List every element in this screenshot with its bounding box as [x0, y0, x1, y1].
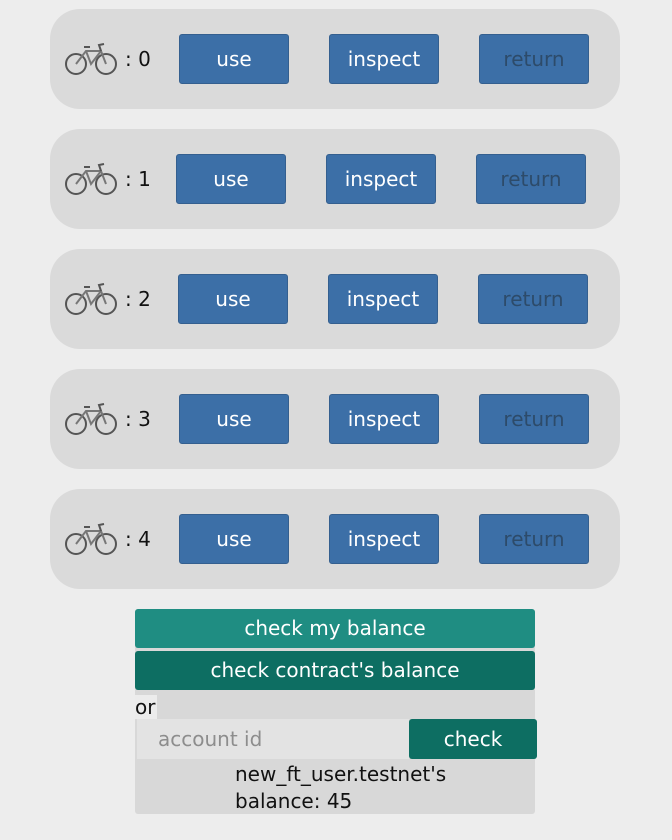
or-label: or — [135, 695, 158, 719]
inspect-button[interactable]: inspect — [329, 514, 439, 564]
bike-row-1: : 1 use inspect return — [50, 129, 620, 229]
return-button[interactable]: return — [478, 274, 588, 324]
bike-row-3: : 3 use inspect return — [50, 369, 620, 469]
bicycle-icon — [65, 283, 117, 315]
bike-number: : 2 — [125, 287, 151, 311]
check-button[interactable]: check — [409, 719, 537, 759]
use-button[interactable]: use — [179, 514, 289, 564]
use-button[interactable]: use — [176, 154, 286, 204]
balance-panel: check my balance check contract's balanc… — [135, 609, 537, 815]
return-button[interactable]: return — [476, 154, 586, 204]
bicycle-icon — [65, 163, 117, 195]
return-button[interactable]: return — [479, 394, 589, 444]
return-button[interactable]: return — [479, 34, 589, 84]
bike-row-0: : 0 use inspect return — [50, 9, 620, 109]
inspect-button[interactable]: inspect — [329, 394, 439, 444]
account-id-input[interactable] — [137, 719, 409, 759]
balance-result-amount: balance: 45 — [235, 789, 353, 813]
bike-row-4: : 4 use inspect return — [50, 489, 620, 589]
balance-result-account: new_ft_user.testnet's — [235, 762, 447, 786]
return-button[interactable]: return — [479, 514, 589, 564]
balance-result: new_ft_user.testnet's balance: 45 — [235, 761, 475, 815]
check-contract-balance-button[interactable]: check contract's balance — [135, 651, 535, 690]
check-my-balance-button[interactable]: check my balance — [135, 609, 535, 648]
bicycle-icon — [65, 403, 117, 435]
bike-row-2: : 2 use inspect return — [50, 249, 620, 349]
bike-number: : 4 — [125, 527, 151, 551]
inspect-button[interactable]: inspect — [328, 274, 438, 324]
inspect-button[interactable]: inspect — [329, 34, 439, 84]
bicycle-icon — [65, 523, 117, 555]
use-button[interactable]: use — [179, 394, 289, 444]
use-button[interactable]: use — [179, 34, 289, 84]
bike-number: : 0 — [125, 47, 151, 71]
use-button[interactable]: use — [178, 274, 288, 324]
bike-number: : 3 — [125, 407, 151, 431]
inspect-button[interactable]: inspect — [326, 154, 436, 204]
bicycle-icon — [65, 43, 117, 75]
bike-number: : 1 — [125, 167, 151, 191]
